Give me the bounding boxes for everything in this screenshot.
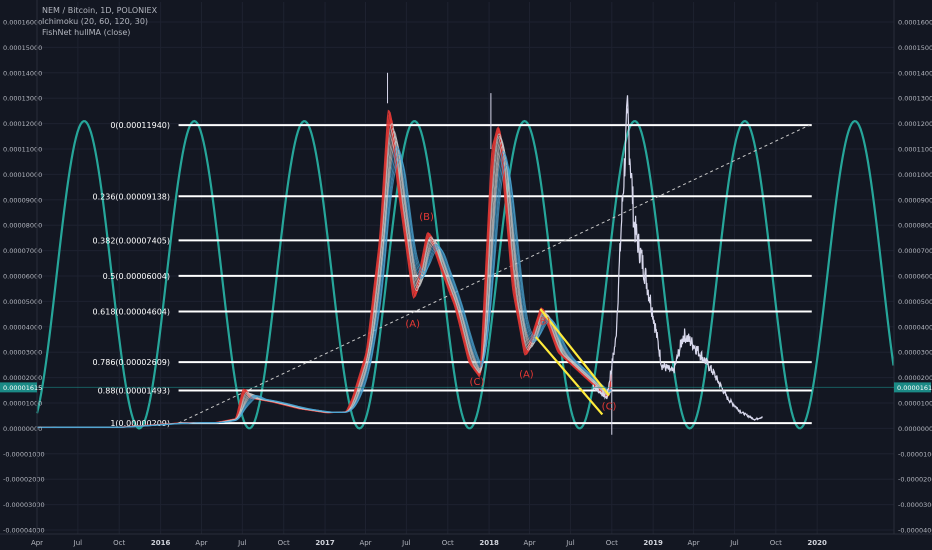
x-tick-label: Apr bbox=[359, 539, 371, 547]
y-tick-label-right: 0.00013000 bbox=[898, 95, 932, 103]
elliott-wave-label: (C) bbox=[470, 377, 485, 388]
y-tick-label-left: -0.00003000 bbox=[3, 501, 45, 509]
y-tick-label-left: 0.00003000 bbox=[3, 349, 42, 357]
y-tick-label-left: 0.00016000 bbox=[3, 19, 42, 27]
fib-level-label: 0.786(0.00002609) bbox=[93, 358, 171, 367]
x-tick-label: 2017 bbox=[315, 539, 335, 547]
x-tick-label: Oct bbox=[442, 539, 454, 547]
current-price-badge-text-left: 0.00001615 bbox=[3, 384, 42, 392]
y-tick-label-right: 0.00001000 bbox=[898, 400, 932, 408]
y-tick-label-left: 0.00006000 bbox=[3, 273, 42, 281]
y-tick-label-left: 0.00007000 bbox=[3, 247, 42, 255]
x-tick-label: Jul bbox=[401, 539, 411, 547]
y-tick-label-left: 0.00004000 bbox=[3, 323, 42, 331]
elliott-wave-label: (B) bbox=[536, 316, 551, 327]
fib-level-label: 0.618(0.00004604) bbox=[93, 307, 171, 316]
fib-level-label: 0.236(0.00009138) bbox=[93, 192, 171, 201]
y-tick-label-right: 0.00015000 bbox=[898, 44, 932, 52]
x-tick-label: Jul bbox=[565, 539, 575, 547]
y-tick-label-right: -0.00001000 bbox=[898, 450, 932, 458]
fib-level-label: 0.382(0.00007405) bbox=[93, 236, 171, 245]
y-tick-label-left: 0.00012000 bbox=[3, 120, 42, 128]
y-tick-label-right: 0.00011000 bbox=[898, 146, 932, 154]
x-tick-label: Oct bbox=[113, 539, 125, 547]
y-tick-label-left: 0.00011000 bbox=[3, 146, 42, 154]
y-tick-label-left: -0.00001000 bbox=[3, 450, 45, 458]
y-tick-label-right: 0.00006000 bbox=[898, 273, 932, 281]
y-tick-label-left: -0.00004000 bbox=[3, 527, 45, 535]
x-tick-label: 2016 bbox=[151, 539, 171, 547]
y-tick-label-left: 0.00010000 bbox=[3, 171, 42, 179]
y-tick-label-left: 0.00002000 bbox=[3, 374, 42, 382]
x-tick-label: Apr bbox=[688, 539, 700, 547]
x-tick-label: Oct bbox=[278, 539, 290, 547]
y-tick-label-left: 0.00009000 bbox=[3, 196, 42, 204]
price-chart[interactable]: 0(0.00011940) 0.236(0.00009138) 0.382(0.00… bbox=[0, 0, 932, 550]
y-tick-label-right: 0.00007000 bbox=[898, 247, 932, 255]
elliott-wave-label: (C) bbox=[602, 401, 617, 412]
y-tick-label-left: 0.00013000 bbox=[3, 95, 42, 103]
fib-level-label: 0(0.00011940) bbox=[110, 121, 170, 130]
y-tick-label-left: -0.00002000 bbox=[3, 476, 45, 484]
y-tick-label-right: 0.00012000 bbox=[898, 120, 932, 128]
x-tick-label: 2019 bbox=[643, 539, 663, 547]
y-tick-label-left: 0.00008000 bbox=[3, 222, 42, 230]
x-tick-label: Oct bbox=[606, 539, 618, 547]
y-tick-label-left: 0.00015000 bbox=[3, 44, 42, 52]
y-tick-label-right: -0.00002000 bbox=[898, 476, 932, 484]
y-tick-label-right: -0.00003000 bbox=[898, 501, 932, 509]
y-tick-label-right: 0.00016000 bbox=[898, 19, 932, 27]
y-tick-label-left: 0.00000000 bbox=[3, 425, 42, 433]
y-tick-label-right: 0.00014000 bbox=[898, 69, 932, 77]
x-tick-label: Jul bbox=[237, 539, 247, 547]
y-tick-label-right: 0.00010000 bbox=[898, 171, 932, 179]
y-tick-label-left: 0.00014000 bbox=[3, 69, 42, 77]
y-tick-label-right: 0.00009000 bbox=[898, 196, 932, 204]
elliott-wave-label: (B) bbox=[419, 212, 434, 223]
x-tick-label: Apr bbox=[195, 539, 207, 547]
y-tick-label-right: 0.00004000 bbox=[898, 323, 932, 331]
x-tick-label: 2020 bbox=[807, 539, 827, 547]
y-tick-label-right: 0.00000000 bbox=[898, 425, 932, 433]
x-tick-label: Jul bbox=[73, 539, 83, 547]
y-tick-label-left: 0.00005000 bbox=[3, 298, 42, 306]
x-tick-label: Jul bbox=[729, 539, 739, 547]
x-tick-label: 2018 bbox=[479, 539, 499, 547]
elliott-wave-label: (A) bbox=[519, 370, 534, 381]
x-tick-label: Apr bbox=[31, 539, 43, 547]
y-tick-label-right: 0.00005000 bbox=[898, 298, 932, 306]
y-tick-label-right: 0.00003000 bbox=[898, 349, 932, 357]
current-price-badge-text-right: 0.00001615 bbox=[897, 384, 932, 392]
x-tick-label: Apr bbox=[523, 539, 535, 547]
x-tick-label: Oct bbox=[770, 539, 782, 547]
y-tick-label-left: 0.00001000 bbox=[3, 400, 42, 408]
y-tick-label-right: 0.00008000 bbox=[898, 222, 932, 230]
elliott-wave-label: (A) bbox=[405, 319, 420, 330]
y-tick-label-right: 0.00002000 bbox=[898, 374, 932, 382]
y-tick-label-right: -0.00004000 bbox=[898, 527, 932, 535]
fib-level-label: 0.5(0.00006004) bbox=[103, 272, 170, 281]
